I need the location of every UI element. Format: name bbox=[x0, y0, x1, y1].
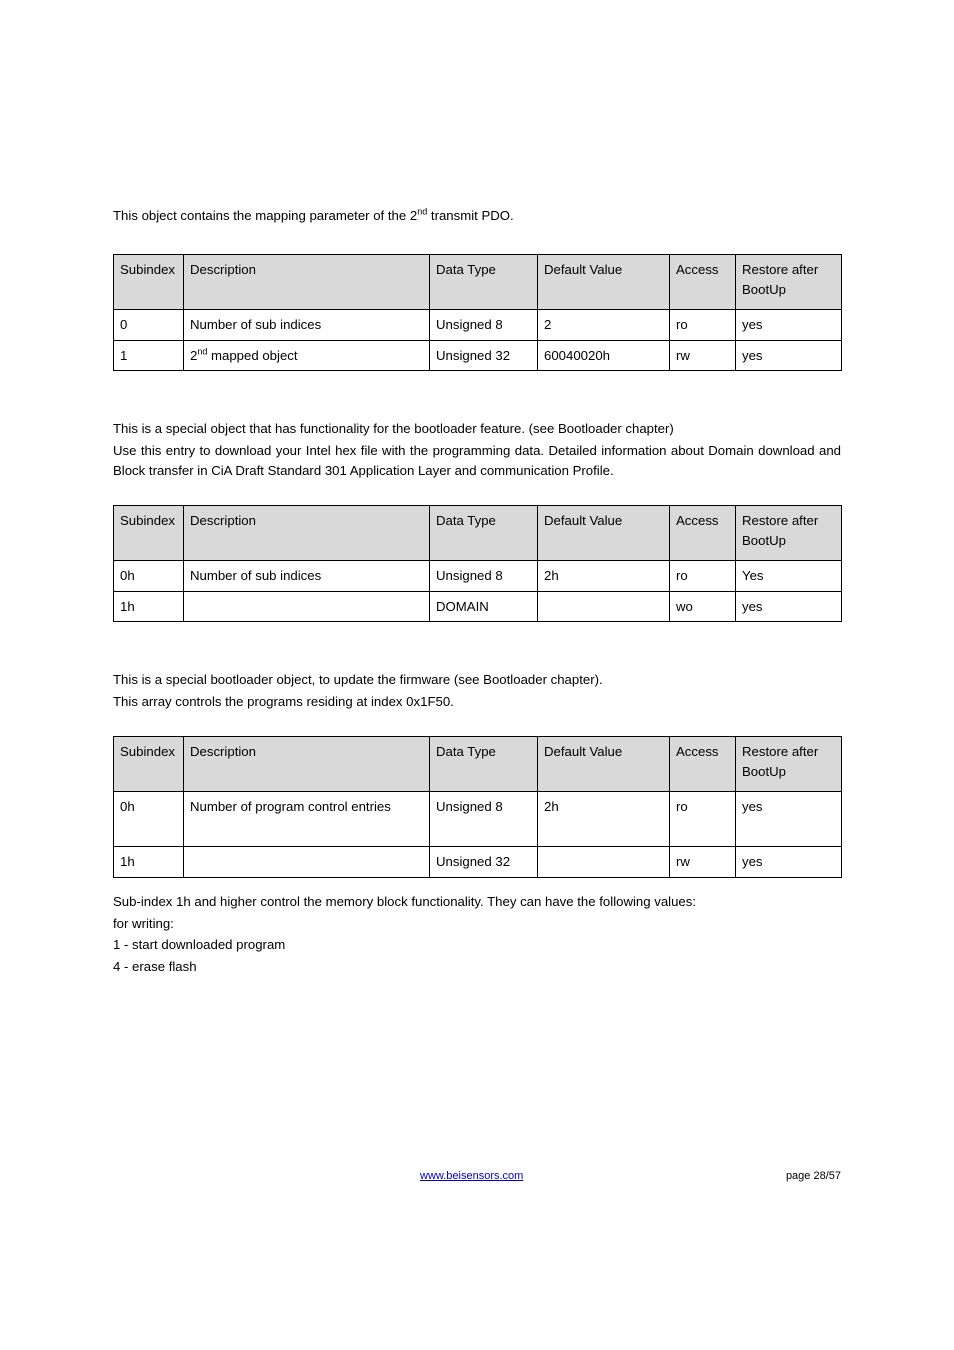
cell-acc: rw bbox=[670, 340, 736, 371]
th-subindex: Subindex bbox=[114, 736, 184, 791]
post-line3: 1 - start downloaded program bbox=[113, 935, 841, 955]
cell-acc: ro bbox=[670, 560, 736, 591]
cell-rest: yes bbox=[736, 791, 842, 846]
footer-link[interactable]: www.beisensors.com bbox=[420, 1168, 523, 1185]
cell-def: 2h bbox=[538, 560, 670, 591]
table-3: Subindex Description Data Type Default V… bbox=[113, 736, 842, 878]
table-header-row: Subindex Description Data Type Default V… bbox=[114, 736, 842, 791]
intro1-sup: nd bbox=[417, 207, 427, 217]
para3-line1: This is a special bootloader object, to … bbox=[113, 670, 841, 690]
post-line2: for writing: bbox=[113, 914, 841, 934]
table-header-row: Subindex Description Data Type Default V… bbox=[114, 254, 842, 309]
cell-dtype: Unsigned 32 bbox=[430, 846, 538, 877]
cell-desc: Number of sub indices bbox=[184, 560, 430, 591]
cell-dtype: Unsigned 8 bbox=[430, 791, 538, 846]
table-row: 0h Number of program control entries Uns… bbox=[114, 791, 842, 846]
table-header-row: Subindex Description Data Type Default V… bbox=[114, 505, 842, 560]
cell-dtype: Unsigned 8 bbox=[430, 560, 538, 591]
cell-rest: Yes bbox=[736, 560, 842, 591]
table-row: 1h DOMAIN wo yes bbox=[114, 591, 842, 622]
cell-rest: yes bbox=[736, 591, 842, 622]
th-default: Default Value bbox=[538, 505, 670, 560]
para3-line2: This array controls the programs residin… bbox=[113, 692, 841, 712]
th-restore: Restore after BootUp bbox=[736, 254, 842, 309]
cell-sub: 1h bbox=[114, 591, 184, 622]
cell-dtype: Unsigned 8 bbox=[430, 309, 538, 340]
footer-page-number: page 28/57 bbox=[786, 1168, 841, 1185]
cell-desc: 2nd mapped object bbox=[184, 340, 430, 371]
cell-dtype: DOMAIN bbox=[430, 591, 538, 622]
cell-desc: Number of sub indices bbox=[184, 309, 430, 340]
th-access: Access bbox=[670, 505, 736, 560]
cell-desc bbox=[184, 846, 430, 877]
th-default: Default Value bbox=[538, 736, 670, 791]
th-datatype: Data Type bbox=[430, 736, 538, 791]
intro1-text-a: This object contains the mapping paramet… bbox=[113, 208, 417, 223]
th-description: Description bbox=[184, 505, 430, 560]
th-datatype: Data Type bbox=[430, 505, 538, 560]
para2-line2: Use this entry to download your Intel he… bbox=[113, 441, 841, 481]
table-1: Subindex Description Data Type Default V… bbox=[113, 254, 842, 372]
cell-sub: 1 bbox=[114, 340, 184, 371]
table-row: 1 2nd mapped object Unsigned 32 60040020… bbox=[114, 340, 842, 371]
cell-desc-sup: nd bbox=[197, 346, 207, 356]
intro1-text-b: transmit PDO. bbox=[427, 208, 513, 223]
cell-acc: rw bbox=[670, 846, 736, 877]
th-subindex: Subindex bbox=[114, 254, 184, 309]
th-restore: Restore after BootUp bbox=[736, 505, 842, 560]
cell-desc-b: mapped object bbox=[207, 348, 297, 363]
th-description: Description bbox=[184, 254, 430, 309]
table-row: 0 Number of sub indices Unsigned 8 2 ro … bbox=[114, 309, 842, 340]
cell-rest: yes bbox=[736, 309, 842, 340]
cell-rest: yes bbox=[736, 846, 842, 877]
cell-def: 2h bbox=[538, 791, 670, 846]
cell-desc bbox=[184, 591, 430, 622]
cell-acc: ro bbox=[670, 309, 736, 340]
th-datatype: Data Type bbox=[430, 254, 538, 309]
cell-acc: ro bbox=[670, 791, 736, 846]
cell-def: 2 bbox=[538, 309, 670, 340]
cell-sub: 0 bbox=[114, 309, 184, 340]
post-line4: 4 - erase flash bbox=[113, 957, 841, 977]
th-access: Access bbox=[670, 736, 736, 791]
intro-paragraph-1: This object contains the mapping paramet… bbox=[113, 206, 841, 226]
cell-rest: yes bbox=[736, 340, 842, 371]
cell-def bbox=[538, 591, 670, 622]
cell-dtype: Unsigned 32 bbox=[430, 340, 538, 371]
cell-sub: 0h bbox=[114, 791, 184, 846]
cell-def bbox=[538, 846, 670, 877]
th-default: Default Value bbox=[538, 254, 670, 309]
cell-sub: 1h bbox=[114, 846, 184, 877]
th-description: Description bbox=[184, 736, 430, 791]
cell-desc: Number of program control entries bbox=[184, 791, 430, 846]
th-access: Access bbox=[670, 254, 736, 309]
table-row: 0h Number of sub indices Unsigned 8 2h r… bbox=[114, 560, 842, 591]
table-2: Subindex Description Data Type Default V… bbox=[113, 505, 842, 623]
post-line1: Sub-index 1h and higher control the memo… bbox=[113, 892, 841, 912]
cell-acc: wo bbox=[670, 591, 736, 622]
para2-line1: This is a special object that has functi… bbox=[113, 419, 841, 439]
th-subindex: Subindex bbox=[114, 505, 184, 560]
cell-sub: 0h bbox=[114, 560, 184, 591]
cell-def: 60040020h bbox=[538, 340, 670, 371]
table-row: 1h Unsigned 32 rw yes bbox=[114, 846, 842, 877]
th-restore: Restore after BootUp bbox=[736, 736, 842, 791]
